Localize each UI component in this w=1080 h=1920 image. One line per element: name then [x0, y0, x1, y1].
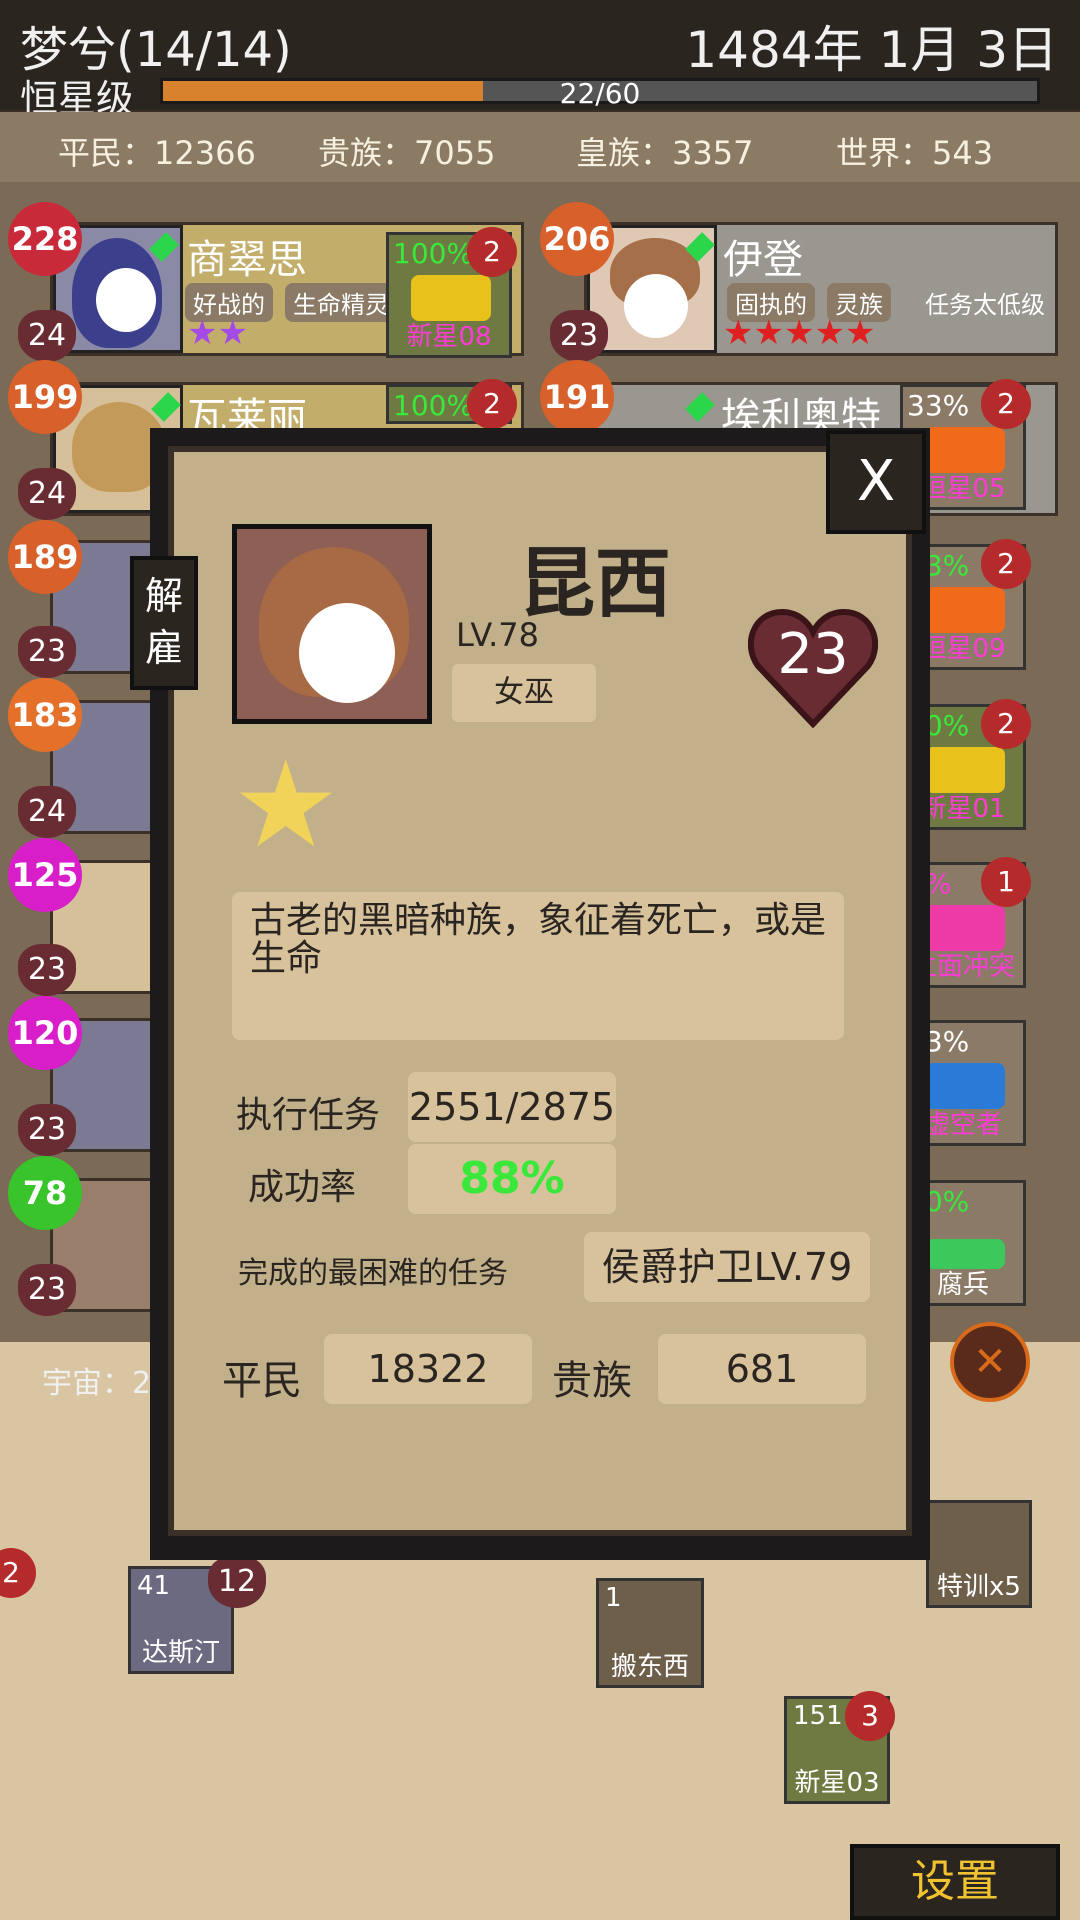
rarity-stars: ★★★★★ — [723, 313, 876, 353]
heart-badge: 23 — [18, 1104, 76, 1156]
heart-badge: 24 — [18, 310, 76, 362]
heart-badge: 24 — [18, 786, 76, 838]
hero-heart-value: 23 — [777, 622, 849, 687]
tasks-value: 2551/2875 — [408, 1072, 616, 1142]
level-badge: 189 — [8, 520, 82, 594]
reputation-royal: 皇族：3357 — [576, 134, 754, 172]
hardest-task-label: 完成的最困难的任务 — [238, 1256, 508, 1291]
trait-tag: 任务太低级 — [925, 291, 1045, 319]
task-percent: 100% — [393, 237, 474, 270]
fire-label-char: 解 — [144, 574, 183, 618]
scroll-icon — [925, 747, 1005, 793]
rarity-star-icon: ★ — [232, 736, 340, 875]
hero-level: LV.78 — [456, 616, 539, 654]
task-percent: 33% — [907, 389, 970, 422]
task-badge: 2 — [467, 379, 517, 429]
reputation-noble: 贵族：7055 — [318, 134, 496, 172]
heart-badge: 12 — [208, 1556, 266, 1608]
task-percent: 100% — [393, 389, 474, 422]
task-badge: 2 — [467, 227, 517, 277]
hero-class: 女巫 — [452, 664, 596, 722]
reputation-bar: 平民：12366 贵族：7055 皇族：3357 世界：543 — [0, 112, 1080, 182]
trait-tag: 生命精灵 — [285, 283, 397, 322]
heart-badge: 23 — [18, 1264, 76, 1316]
fire-button[interactable]: 解雇 — [130, 556, 198, 690]
hero-portrait — [232, 524, 432, 724]
item-label: 达斯汀 — [141, 1638, 220, 1668]
universe-reputation: 宇宙：2 — [42, 1366, 152, 1401]
face — [299, 603, 395, 703]
cancel-task-icon[interactable]: ✕ — [950, 1322, 1030, 1402]
item-label: 特训x5 — [937, 1572, 1021, 1602]
hardest-task-value: 侯爵护卫LV.79 — [584, 1232, 870, 1302]
task-icon[interactable]: 100% 新星08 2 — [386, 227, 517, 358]
xp-progress-bar: 22/60 — [160, 77, 1040, 110]
face — [96, 268, 156, 332]
adventurer-card[interactable]: 伊登 固执的 灵族 任务太低级 ★★★★★ — [584, 222, 1058, 356]
rarity-stars: ★★ — [187, 313, 248, 353]
task-badge: 1 — [981, 857, 1031, 907]
task-badge: 2 — [981, 699, 1031, 749]
level-badge: 120 — [8, 996, 82, 1070]
success-label: 成功率 — [248, 1167, 357, 1208]
top-header: 梦兮(14/14) 1484年 1月 3日 恒星级 22/60 — [0, 0, 1080, 121]
success-value: 88% — [408, 1144, 616, 1214]
level-badge: 183 — [8, 678, 82, 752]
task-nova-03[interactable]: 151 新星03 3 — [784, 1691, 895, 1804]
heart-badge: 23 — [18, 944, 76, 996]
scroll-icon — [411, 275, 491, 321]
level-badge: 228 — [8, 202, 82, 276]
noble-value: 681 — [658, 1334, 866, 1404]
reputation-world: 世界：543 — [836, 134, 994, 172]
settings-button[interactable]: 设置 — [850, 1844, 1060, 1920]
heart-badge: 23 — [18, 626, 76, 678]
heart-badge: 24 — [18, 468, 76, 520]
item-count: 1 — [605, 1583, 622, 1613]
heart-badge: 23 — [550, 310, 608, 362]
scroll-icon — [925, 905, 1005, 951]
level-badge: 206 — [540, 202, 614, 276]
item-count: 151 — [793, 1701, 843, 1731]
level-badge: 199 — [8, 360, 82, 434]
commoner-value: 18322 — [324, 1334, 532, 1404]
adventurer-name: 商翠思 — [187, 237, 307, 283]
task-label: 新星08 — [406, 322, 492, 352]
noble-label: 贵族 — [552, 1358, 632, 1404]
scroll-icon — [925, 1063, 1005, 1109]
close-button[interactable]: X — [826, 430, 926, 534]
game-date: 1484年 1月 3日 — [685, 21, 1058, 79]
level-badge: 125 — [8, 838, 82, 912]
item-label: 搬东西 — [610, 1652, 689, 1682]
special-training[interactable]: 特训x5 — [926, 1500, 1032, 1608]
tasks-label: 执行任务 — [236, 1095, 381, 1136]
task-badge: 2 — [981, 379, 1031, 429]
level-badge: 78 — [8, 1156, 82, 1230]
task-badge: 2 — [981, 539, 1031, 589]
reputation-commoner: 平民：12366 — [58, 134, 256, 172]
task-carry-goods[interactable]: 1 搬东西 — [596, 1578, 704, 1688]
fire-label: 解雇 — [134, 570, 194, 674]
scroll-icon — [925, 427, 1005, 473]
task-badge: 3 — [845, 1691, 895, 1741]
fire-label-char: 雇 — [144, 626, 183, 670]
level-badge: 191 — [540, 360, 614, 434]
scroll-icon — [925, 587, 1005, 633]
item-count: 41 — [137, 1571, 171, 1601]
face — [624, 274, 688, 338]
xp-text: 22/60 — [559, 77, 641, 110]
gem-icon — [685, 392, 715, 422]
item-label: 新星03 — [794, 1768, 880, 1798]
adventurer-name: 伊登 — [723, 237, 803, 283]
task-icon[interactable]: 100% 2 — [386, 379, 517, 429]
hero-description: 古老的黑暗种族，象征着死亡，或是生命 — [232, 892, 844, 1040]
commoner-label: 平民 — [222, 1358, 302, 1404]
